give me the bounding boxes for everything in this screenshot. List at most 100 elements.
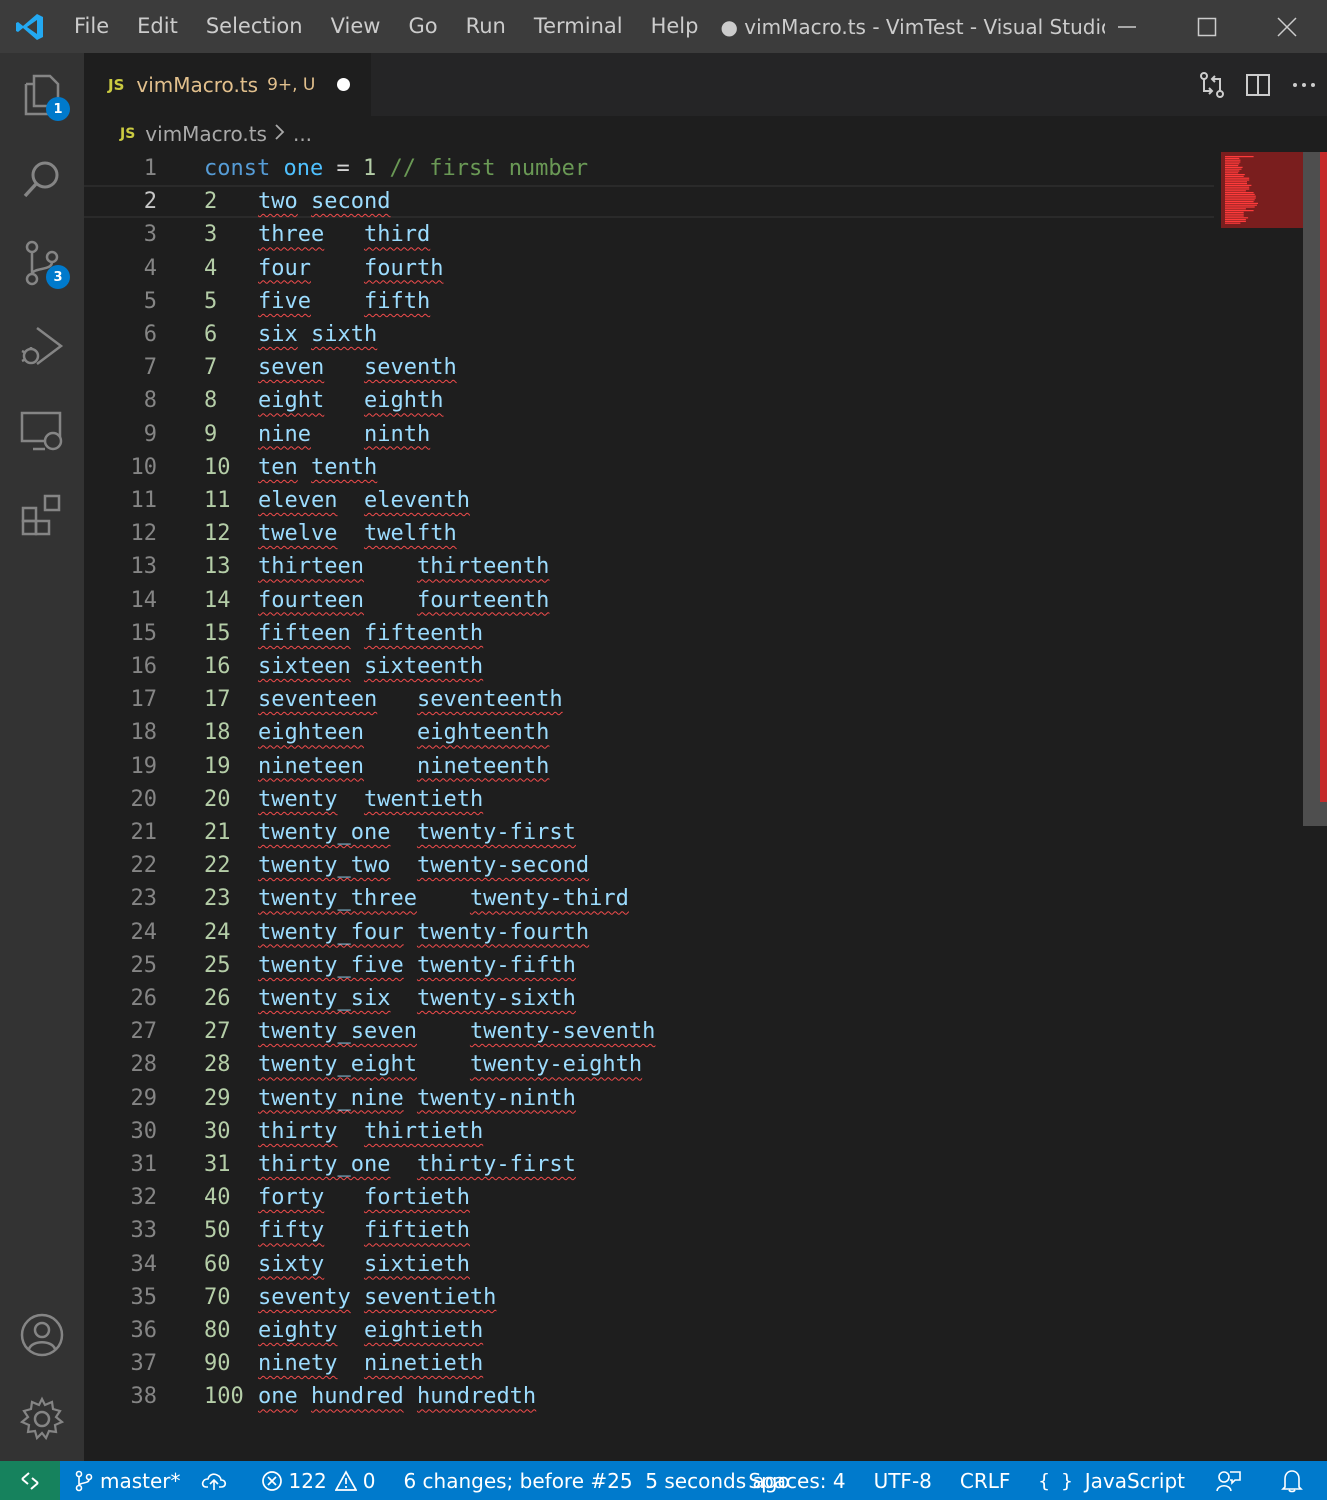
code-line[interactable]: 30 30 thirty thirtieth: [84, 1115, 1214, 1148]
code-line[interactable]: 23 23 twenty_three twenty-third: [84, 882, 1214, 915]
number-token: 6: [204, 322, 218, 347]
code-line[interactable]: 29 29 twenty_nine twenty-ninth: [84, 1082, 1214, 1115]
code-line[interactable]: 33 50 fifty fiftieth: [84, 1214, 1214, 1247]
identifier-token: hundred: [311, 1384, 404, 1410]
feedback-icon[interactable]: [1199, 1461, 1263, 1500]
braces-icon: { }: [1038, 1469, 1073, 1492]
code-line[interactable]: 12 12 twelve twelfth: [84, 517, 1214, 550]
identifier-token: seventieth: [363, 1284, 497, 1310]
indentation-status[interactable]: Spaces: 4: [734, 1461, 859, 1500]
code-line[interactable]: 17 17 seventeen seventeenth: [84, 683, 1214, 716]
encoding-status[interactable]: UTF-8: [860, 1461, 946, 1500]
run-debug-icon[interactable]: [0, 305, 84, 389]
code-line[interactable]: 14 14 fourteen fourteenth: [84, 584, 1214, 617]
menu-selection[interactable]: Selection: [192, 0, 317, 53]
minimap-line: [1225, 222, 1241, 224]
line-code: 14 fourteen fourteenth: [204, 584, 549, 617]
number-token: 22: [204, 853, 231, 879]
menu-view[interactable]: View: [317, 0, 395, 53]
close-button[interactable]: [1247, 0, 1327, 53]
menu-file[interactable]: File: [60, 0, 123, 53]
code-line[interactable]: 19 19 nineteen nineteenth: [84, 750, 1214, 783]
identifier-token: twenty_two: [258, 853, 391, 879]
split-editor-icon[interactable]: [1235, 53, 1281, 116]
code-line[interactable]: 37 90 ninety ninetieth: [84, 1347, 1214, 1380]
code-line[interactable]: 32 40 forty fortieth: [84, 1181, 1214, 1214]
code-line[interactable]: 28 28 twenty_eight twenty-eighth: [84, 1048, 1214, 1081]
code-line[interactable]: 3 3 three third: [84, 218, 1214, 251]
eol-status[interactable]: CRLF: [946, 1461, 1025, 1500]
code-line[interactable]: 4 4 four fourth: [84, 252, 1214, 285]
tab-vimmacro[interactable]: JS vimMacro.ts 9+, U: [84, 53, 371, 116]
code-line[interactable]: 11 11 eleven eleventh: [84, 484, 1214, 517]
open-changes-icon[interactable]: [1189, 53, 1235, 116]
identifier-token: seven: [258, 355, 325, 381]
identifier-token: thirteen: [258, 554, 364, 580]
code-line[interactable]: 6 6 six sixth: [84, 318, 1214, 351]
title-bar: File Edit Selection View Go Run Terminal Help ●…: [0, 0, 1327, 53]
code-line[interactable]: 13 13 thirteen thirteenth: [84, 550, 1214, 583]
source-control-icon[interactable]: 3: [0, 221, 84, 305]
extensions-icon[interactable]: [0, 473, 84, 557]
code-line[interactable]: 18 18 eighteen eighteenth: [84, 716, 1214, 749]
notifications-bell-icon[interactable]: [1263, 1461, 1327, 1500]
line-number: 16: [130, 654, 158, 679]
code-line[interactable]: 21 21 twenty_one twenty-first: [84, 816, 1214, 849]
line-code: 29 twenty_nine twenty-ninth: [204, 1082, 576, 1115]
line-number: 35: [130, 1284, 158, 1310]
language-status[interactable]: { } JavaScript: [1024, 1461, 1199, 1500]
code-line[interactable]: 36 80 eighty eightieth: [84, 1314, 1214, 1347]
tab-filename: vimMacro.ts: [136, 72, 259, 97]
remote-explorer-icon[interactable]: [0, 389, 84, 473]
code-line[interactable]: 1 const one = 1 // first number: [84, 152, 1214, 185]
explorer-icon[interactable]: 1: [0, 53, 84, 137]
code-line[interactable]: 22 22 twenty_two twenty-second: [84, 849, 1214, 882]
code-line[interactable]: 8 8 eight eighth: [84, 384, 1214, 417]
code-line[interactable]: 24 24 twenty_four twenty-fourth: [84, 916, 1214, 949]
code-line[interactable]: 10 10 ten tenth: [84, 451, 1214, 484]
code-line[interactable]: 2 2 two second: [84, 185, 1214, 219]
code-line[interactable]: 16 16 sixteen sixteenth: [84, 650, 1214, 683]
menu-run[interactable]: Run: [452, 0, 520, 53]
code-line[interactable]: 27 27 twenty_seven twenty-seventh: [84, 1015, 1214, 1048]
code-line[interactable]: 31 31 thirty_one thirty-first: [84, 1148, 1214, 1181]
menu-help[interactable]: Help: [637, 0, 713, 53]
menu-go[interactable]: Go: [394, 0, 451, 53]
identifier-token: ninety: [258, 1351, 338, 1377]
identifier-token: twentieth: [363, 786, 484, 812]
maximize-button[interactable]: [1167, 0, 1247, 53]
identifier-token: thirty_one: [258, 1152, 391, 1177]
breadcrumb-symbols[interactable]: ...: [293, 122, 312, 146]
accounts-icon[interactable]: [0, 1293, 84, 1377]
code-line[interactable]: 9 9 nine ninth: [84, 418, 1214, 451]
remote-indicator-icon[interactable]: [0, 1461, 60, 1500]
code-line[interactable]: 38 100 one hundred hundredth: [84, 1380, 1214, 1413]
branch-status[interactable]: master*: [60, 1461, 191, 1500]
code-line[interactable]: 25 25 twenty_five twenty-fifth: [84, 949, 1214, 982]
number-token: 24: [204, 919, 231, 945]
code-editor[interactable]: 1 const one = 1 // first number 2 2 two seco…: [84, 152, 1303, 1461]
number-token: 5: [204, 288, 218, 314]
code-line[interactable]: 15 15 fifteen fifteenth: [84, 617, 1214, 650]
line-number: 13: [130, 554, 158, 580]
code-line[interactable]: 5 5 five fifth: [84, 285, 1214, 318]
more-actions-icon[interactable]: [1281, 53, 1327, 116]
sync-button[interactable]: [191, 1461, 243, 1500]
search-icon[interactable]: [0, 137, 84, 221]
line-code: 100 one hundred hundredth: [204, 1380, 536, 1413]
code-line[interactable]: 7 7 seven seventh: [84, 351, 1214, 384]
problems-status[interactable]: 122 0: [243, 1461, 386, 1500]
code-line[interactable]: 34 60 sixty sixtieth: [84, 1248, 1214, 1281]
keyword-token: const: [204, 156, 271, 181]
code-line[interactable]: 35 70 seventy seventieth: [84, 1281, 1214, 1314]
menu-terminal[interactable]: Terminal: [520, 0, 637, 53]
settings-gear-icon[interactable]: [0, 1377, 84, 1461]
breadcrumb-file[interactable]: vimMacro.ts: [145, 122, 267, 146]
unsaved-dot-icon[interactable]: [337, 78, 351, 91]
minimize-button[interactable]: [1087, 0, 1167, 53]
code-line[interactable]: 20 20 twenty twentieth: [84, 783, 1214, 816]
vertical-scrollbar[interactable]: [1303, 152, 1327, 1461]
code-line[interactable]: 26 26 twenty_six twenty-sixth: [84, 982, 1214, 1015]
line-number: 12: [130, 521, 158, 547]
menu-edit[interactable]: Edit: [123, 0, 192, 53]
